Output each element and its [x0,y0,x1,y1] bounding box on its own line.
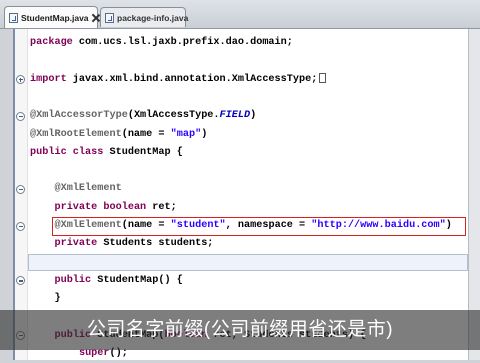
code-line[interactable]: private Students students; [30,235,213,253]
keyword: private [54,238,98,250]
code-text: Students students; [97,238,214,250]
fold-collapse-icon[interactable] [16,184,25,194]
code-text: ret; [146,201,177,213]
video-caption: 公司名字前缀(公司前缀用省还是市) [86,319,394,340]
keyword: public [54,274,92,286]
code-line[interactable] [30,254,54,272]
code-text: (XmlAccessType. [127,110,220,122]
code-line[interactable]: private boolean ret; [30,199,177,217]
string-literal: "map" [170,128,202,140]
keyword: package [30,37,73,48]
close-icon[interactable] [92,14,100,22]
code-line[interactable]: package com.ucs.lsl.jaxb.prefix.dao.doma… [30,34,293,52]
code-line[interactable]: public class StudentMap { [30,144,183,162]
code-text: } [54,293,61,305]
code-text: StudentMap() { [91,274,183,286]
annotation: @XmlRootElement [30,128,122,140]
highlight-annotation-box [52,216,466,236]
keyword: import [30,73,67,85]
tab-package-info-java[interactable]: package-info.java [100,7,189,27]
tab-label: StudentMap.java [21,12,89,23]
fold-collapse-icon[interactable] [16,111,25,121]
editor-tab-bar: StudentMap.java package-info.java [0,0,480,29]
code-line[interactable]: } [30,290,61,308]
constant: FIELD [219,110,251,122]
code-line[interactable]: @XmlAccessorType(XmlAccessType.FIELD) [30,107,256,125]
code-text: javax.xml.bind.annotation.XmlAccessType; [66,73,318,85]
keyword: private boolean [54,201,147,213]
code-line[interactable]: public StudentMap() { [30,272,183,290]
code-line[interactable]: @XmlRootElement(name = "map") [30,126,207,144]
code-text: (name = [121,128,171,140]
java-file-icon [9,12,18,23]
code-text: ) [250,110,257,122]
current-line-highlight [28,254,468,272]
java-file-icon [105,12,114,23]
fold-collapse-icon[interactable] [16,221,25,231]
annotation: @XmlElement [54,183,122,195]
code-text: StudentMap { [103,146,183,158]
code-text: com.ucs.lsl.jaxb.prefix.dao.domain; [72,37,293,48]
code-text: ) [201,128,208,140]
annotation: @XmlAccessorType [30,110,128,122]
folded-imports-icon[interactable] [319,72,327,83]
tab-label: package-info.java [117,12,189,23]
code-line[interactable]: @XmlElement [30,180,122,198]
keyword: public class [30,146,104,158]
tab-studentmap-java[interactable]: StudentMap.java [4,6,98,28]
code-line[interactable]: import javax.xml.bind.annotation.XmlAcce… [30,71,327,89]
